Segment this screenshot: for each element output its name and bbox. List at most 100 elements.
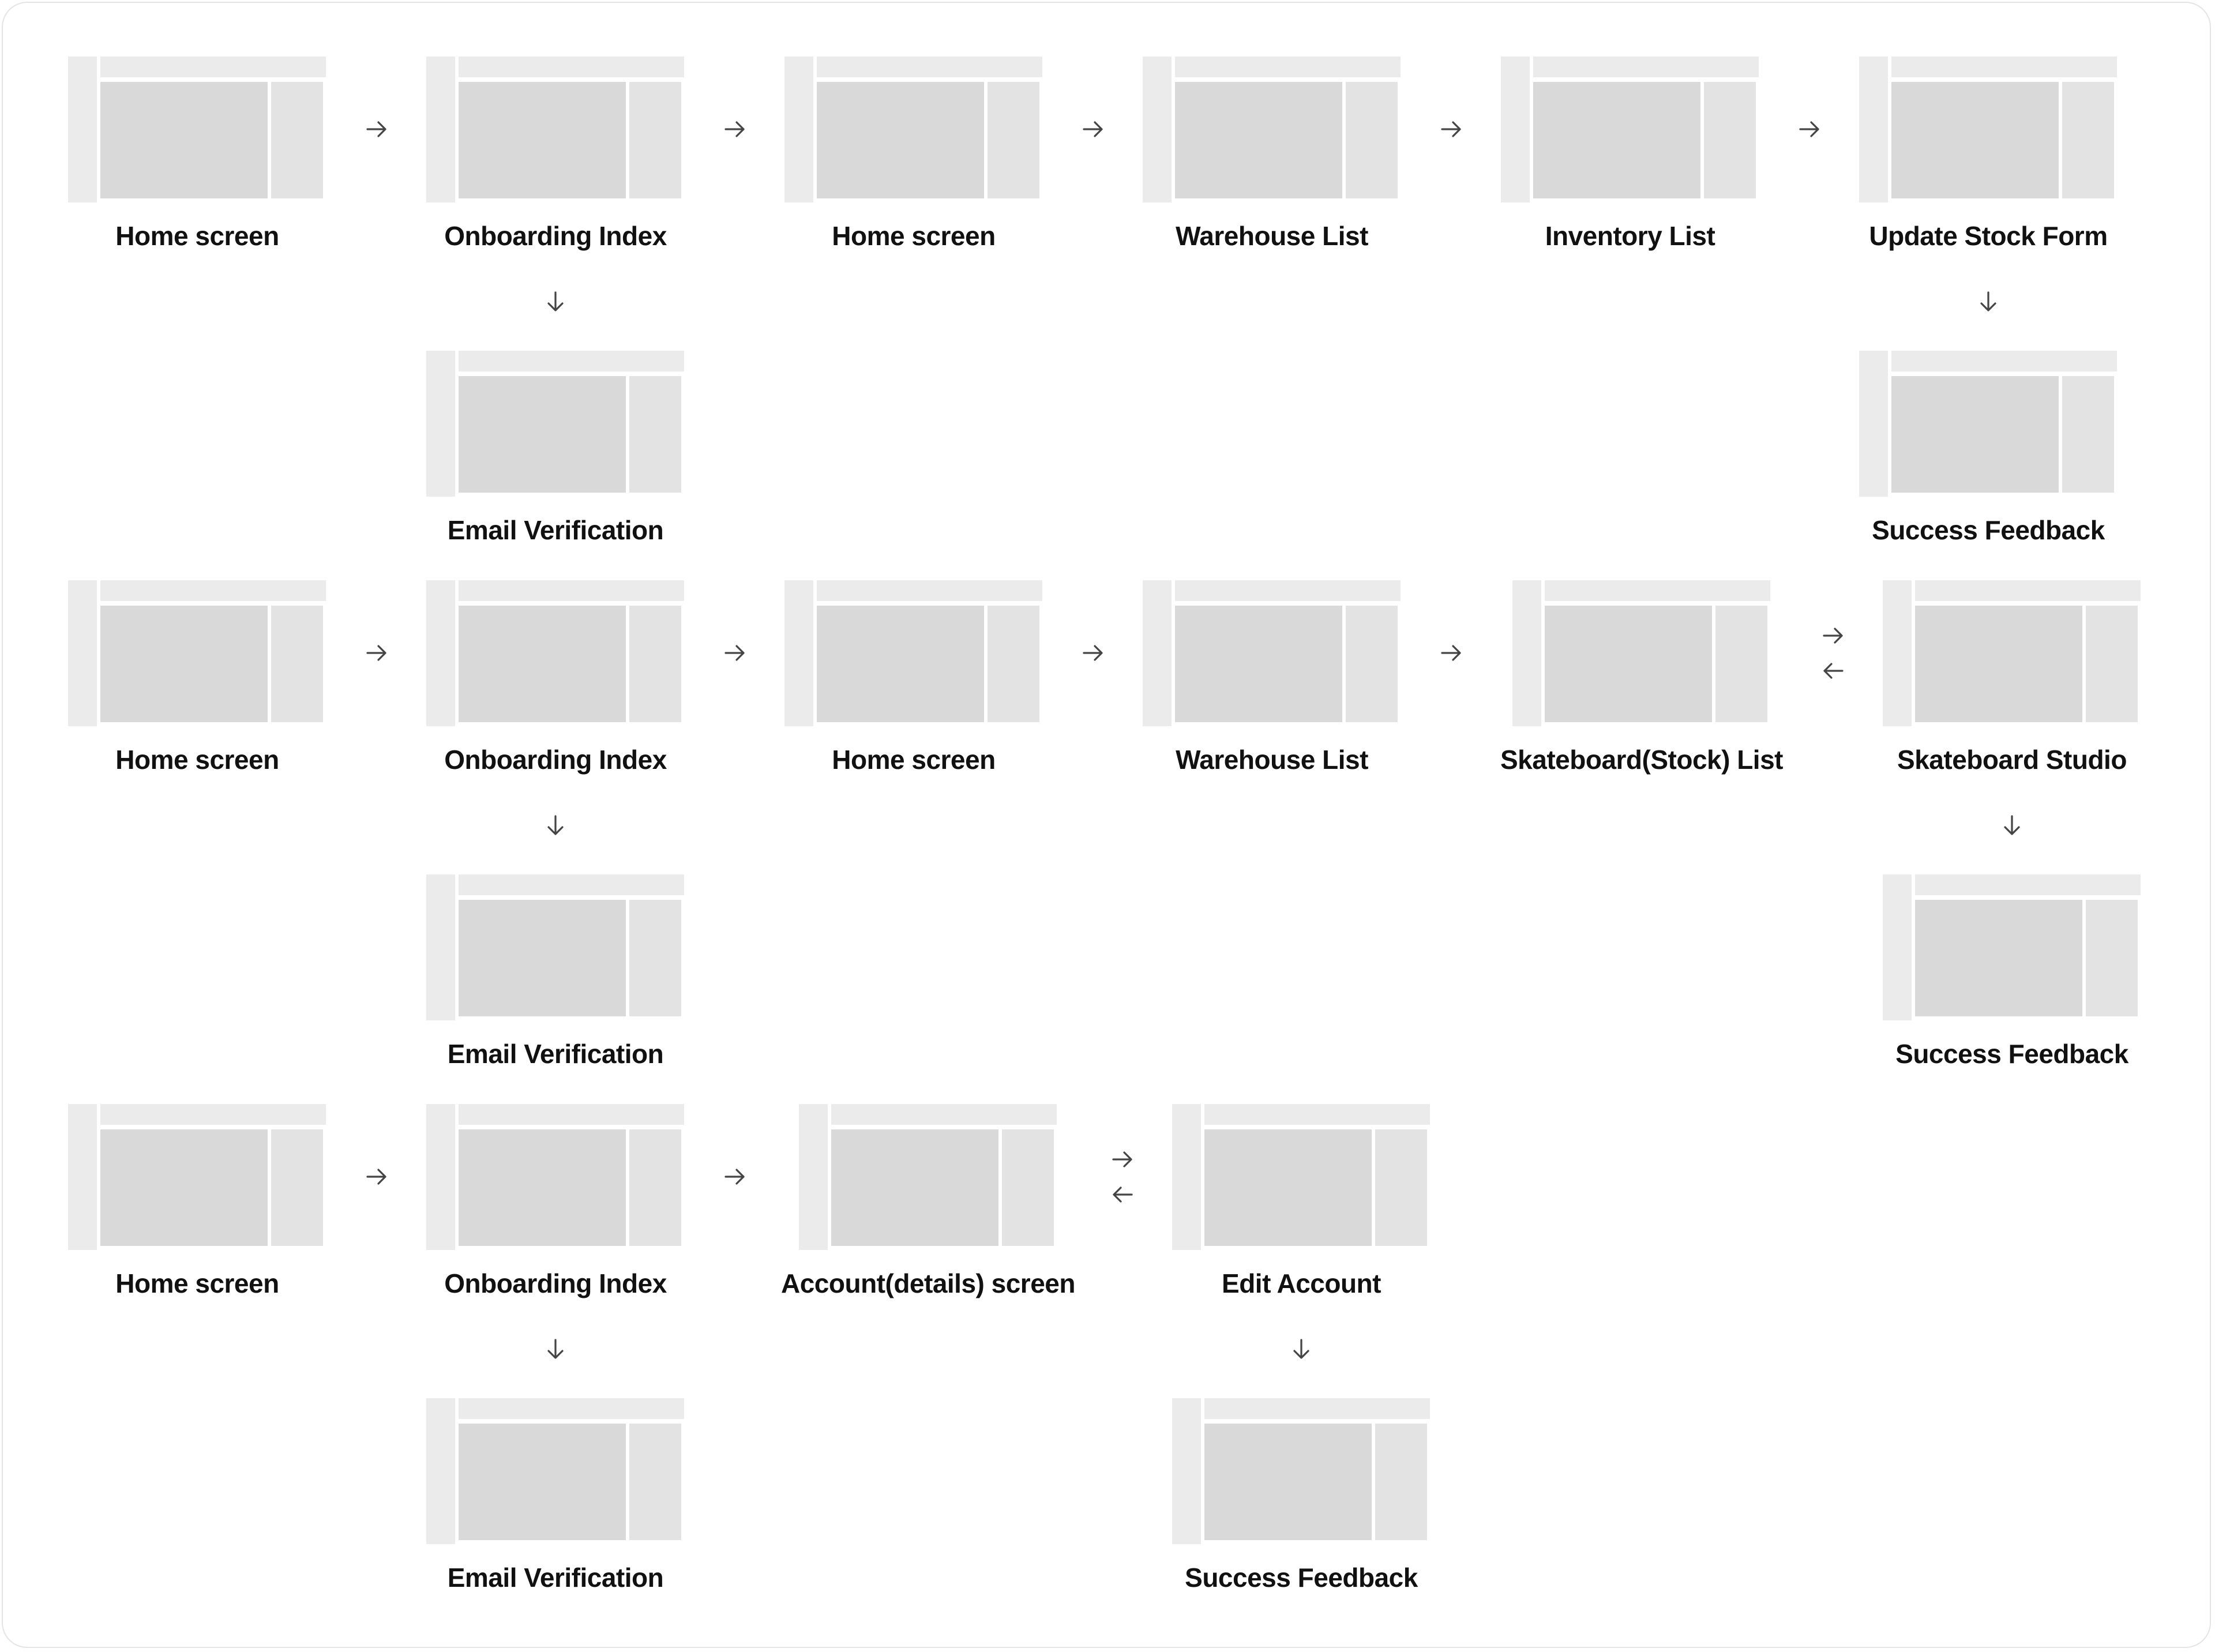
thumb-sidebar [426,57,455,202]
arrow-down-icon [1974,287,2003,316]
screen-thumbnail [426,874,684,1020]
screen-label: Home screen [115,221,279,251]
thumb-topbar [1533,57,1759,77]
thumb-panel [1375,1129,1427,1246]
thumb-content [459,1129,626,1246]
thumb-content [459,82,626,198]
thumb-content [1915,606,2082,722]
screen-label: Home screen [832,745,996,775]
thumb-topbar [459,874,684,895]
screen-label: Warehouse List [1176,221,1368,251]
thumb-sidebar [1143,580,1172,726]
thumb-topbar [831,1104,1057,1125]
arrow-down-icon [541,287,570,316]
thumb-sidebar [1501,57,1530,202]
screen-label: Home screen [115,1268,279,1298]
arrow-left-icon [1819,656,1848,685]
thumb-sidebar [1172,1104,1201,1250]
screen-thumbnail [784,57,1042,202]
arrow-right-icon [720,639,749,667]
screen-label: Email Verification [447,515,664,545]
thumb-topbar [817,57,1042,77]
screen-thumbnail [1172,1398,1430,1544]
screen-thumbnail [1859,57,2117,202]
thumb-topbar [1545,580,1770,601]
screen-thumbnail [426,1104,684,1250]
thumb-sidebar [1883,580,1912,726]
screen-thumbnail [1883,580,2141,726]
screen-label: Update Stock Form [1869,221,2108,251]
thumb-topbar [1891,57,2117,77]
thumb-content [817,606,984,722]
screen-label: Onboarding Index [444,1268,667,1298]
screen-label: Skateboard(Stock) List [1500,745,1784,775]
thumb-content [459,900,626,1016]
thumb-sidebar [426,874,455,1020]
thumb-panel [1002,1129,1054,1246]
screen-thumbnail [1859,351,2117,497]
arrow-down-icon [1998,811,2026,840]
screen-thumbnail [1501,57,1759,202]
thumb-content [1204,1129,1372,1246]
thumb-content [1891,82,2059,198]
thumb-sidebar [68,580,97,726]
thumb-topbar [459,1398,684,1419]
screen-label: Email Verification [447,1039,664,1069]
flow-diagram: Home screen Onboarding Index Home screen… [0,0,2215,1652]
thumb-panel [988,606,1039,722]
arrow-right-icon [1437,639,1466,667]
screen-label: Account(details) screen [781,1268,1075,1298]
thumb-sidebar [68,1104,97,1250]
screen-thumbnail [1883,874,2141,1020]
thumb-sidebar [784,580,813,726]
arrow-right-icon [1795,115,1824,144]
thumb-topbar [459,580,684,601]
screen-thumbnail [799,1104,1057,1250]
thumb-panel [1346,606,1398,722]
thumb-panel [2062,376,2114,493]
arrow-right-icon [1079,639,1108,667]
screen-label: Success Feedback [1872,515,2105,545]
thumb-topbar [1175,580,1401,601]
thumb-sidebar [799,1104,828,1250]
screen-thumbnail [1172,1104,1430,1250]
arrow-down-icon [1287,1335,1316,1364]
thumb-panel [988,82,1039,198]
thumb-panel [1346,82,1398,198]
thumb-panel [629,900,681,1016]
thumb-panel [1375,1424,1427,1540]
thumb-content [831,1129,998,1246]
thumb-content [1545,606,1712,722]
screen-label: Success Feedback [1895,1039,2128,1069]
thumb-content [1175,82,1342,198]
screen-thumbnail [426,580,684,726]
thumb-sidebar [68,57,97,202]
thumb-panel [1704,82,1756,198]
thumb-panel [629,1129,681,1246]
screen-thumbnail [784,580,1042,726]
thumb-panel [271,606,323,722]
thumb-sidebar [1859,57,1888,202]
thumb-panel [629,1424,681,1540]
screen-thumbnail [1143,57,1401,202]
thumb-topbar [459,351,684,371]
arrow-right-icon [1108,1145,1137,1174]
thumb-sidebar [1512,580,1541,726]
arrow-right-icon [720,115,749,144]
thumb-panel [1715,606,1767,722]
screen-label: Home screen [832,221,996,251]
thumb-topbar [100,580,326,601]
thumb-content [1175,606,1342,722]
screen-label: Onboarding Index [444,745,667,775]
thumb-panel [629,82,681,198]
thumb-topbar [459,57,684,77]
thumb-topbar [817,580,1042,601]
thumb-topbar [1204,1104,1430,1125]
thumb-sidebar [426,1398,455,1544]
screen-label: Home screen [115,745,279,775]
thumb-topbar [1175,57,1401,77]
thumb-content [459,376,626,493]
arrow-right-icon [362,639,391,667]
screen-thumbnail [426,351,684,497]
screen-thumbnail [68,580,326,726]
